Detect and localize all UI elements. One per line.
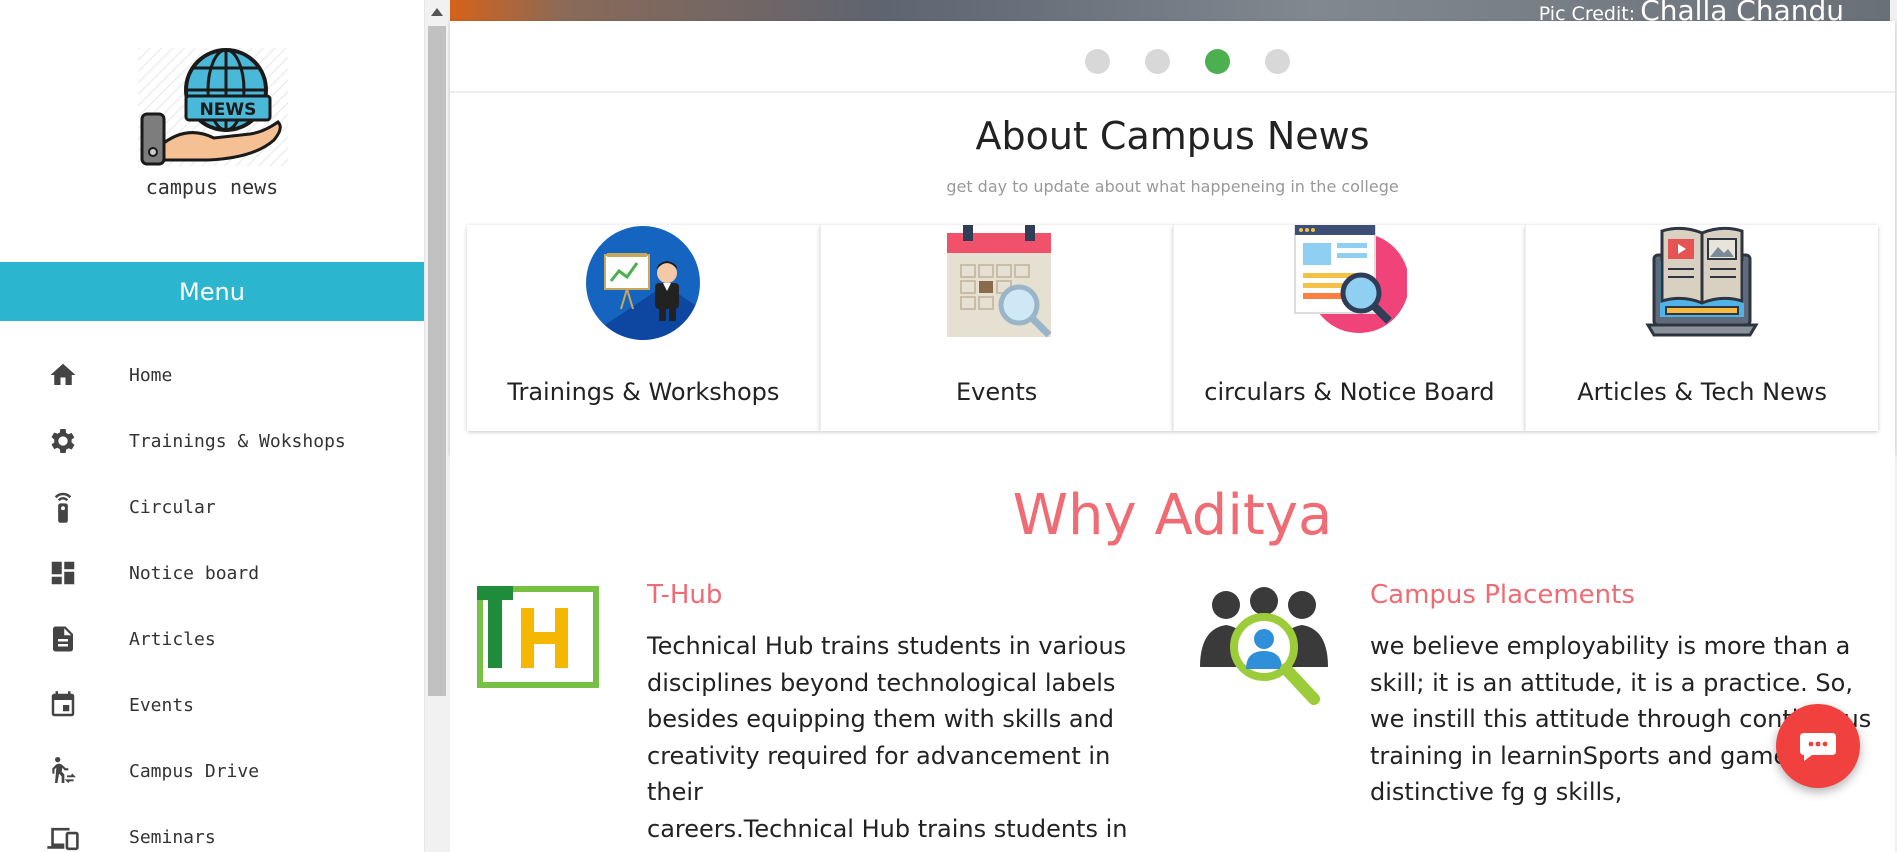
calendar-icon <box>46 688 80 722</box>
sidebar-item-campus-drive[interactable]: Campus Drive <box>0 738 424 804</box>
why-section: Why Aditya TH T-Hub Technical Hub trains… <box>450 453 1895 852</box>
banner-credit: Pic Credit: Challa Chandu <box>1539 0 1844 21</box>
hero-banner: Pic Credit: Challa Chandu <box>450 0 1890 21</box>
sidebar-item-notice-board[interactable]: Notice board <box>0 540 424 606</box>
sidebar-item-articles[interactable]: Articles <box>0 606 424 672</box>
credit-label: Pic Credit: <box>1538 3 1636 21</box>
about-section: About Campus News get day to update abou… <box>450 21 1895 453</box>
sidebar-item-label: Events <box>129 694 195 716</box>
text-line: various <box>647 847 1167 852</box>
sidebar-nav: Home Trainings & Wokshops Circular Notic… <box>0 342 424 852</box>
web-search-icon <box>1294 225 1408 333</box>
home-icon <box>46 358 80 392</box>
calendar-search-icon <box>946 225 1052 338</box>
placements-heading[interactable]: Campus Placements <box>1370 580 1635 610</box>
carousel-dot-active[interactable] <box>1205 49 1230 74</box>
feature-label: Trainings & Workshops <box>507 378 780 406</box>
text-line: creativity required for advancement in t… <box>647 741 1111 807</box>
sidebar-scrollbar[interactable] <box>424 0 448 852</box>
sidebar-item-trainings[interactable]: Trainings & Wokshops <box>0 408 424 474</box>
carousel-dot[interactable] <box>1265 49 1290 74</box>
sidebar-item-events[interactable]: Events <box>0 672 424 738</box>
menu-header: Menu <box>0 262 424 321</box>
sidebar-item-label: Campus Drive <box>129 760 260 782</box>
main-content: Pic Credit: Challa Chandu About Campus N… <box>448 0 1897 852</box>
scroll-thumb[interactable] <box>428 26 446 696</box>
chat-button[interactable] <box>1776 704 1860 788</box>
gear-icon <box>46 424 80 458</box>
document-icon <box>46 622 80 656</box>
sidebar-item-circular[interactable]: Circular <box>0 474 424 540</box>
feature-card-trainings[interactable]: Trainings & Workshops <box>467 225 820 431</box>
feature-card-events[interactable]: Events <box>819 225 1173 431</box>
divider <box>450 91 1895 93</box>
campus-news-logo-icon: NEWS <box>138 48 288 166</box>
sidebar-item-label: Seminars <box>129 826 216 848</box>
logo-caption: campus news <box>145 175 279 199</box>
dashboard-icon <box>46 556 80 590</box>
thub-description: Technical Hub trains students in various… <box>647 628 1167 852</box>
logo[interactable]: NEWS campus news <box>0 0 424 262</box>
sidebar-item-label: Trainings & Wokshops <box>129 430 346 452</box>
feature-cards: Trainings & Workshops Events circulars &… <box>467 225 1878 431</box>
sidebar-item-seminars[interactable]: Seminars <box>0 804 424 852</box>
devices-icon <box>46 820 80 852</box>
sidebar: NEWS campus news Menu Home Trainings & W… <box>0 0 424 852</box>
sidebar-item-label: Circular <box>129 496 216 518</box>
thub-heading[interactable]: T-Hub <box>647 580 722 610</box>
text-line: besides equipping them with skills and <box>647 705 1115 733</box>
chat-bubble-icon <box>1800 733 1836 761</box>
text-line: skill; it is an attitude, it is a practi… <box>1370 668 1853 697</box>
feature-label: circulars & Notice Board <box>1204 378 1495 406</box>
thub-logo-icon: TH <box>477 586 599 688</box>
sidebar-item-label: Notice board <box>129 562 260 584</box>
svg-text:NEWS: NEWS <box>200 100 257 120</box>
feature-label: Articles & Tech News <box>1577 378 1827 406</box>
feature-label: Events <box>955 378 1038 406</box>
feature-card-articles[interactable]: Articles & Tech News <box>1525 225 1878 431</box>
text-line: disciplines beyond technological labels <box>647 668 1116 697</box>
credit-name: Challa Chandu <box>1640 0 1844 21</box>
carousel-dot[interactable] <box>1145 49 1170 74</box>
sidebar-item-label: Home <box>129 364 173 386</box>
text-line: Technical Hub trains students in various <box>647 632 1127 660</box>
why-title: Why Aditya <box>1012 483 1333 548</box>
remote-icon <box>46 490 80 524</box>
about-title: About Campus News <box>975 114 1370 158</box>
walking-person-icon <box>46 754 80 788</box>
carousel-dot[interactable] <box>1085 49 1110 74</box>
sidebar-item-home[interactable]: Home <box>0 342 424 408</box>
sidebar-item-label: Articles <box>129 628 216 650</box>
people-search-icon <box>1200 587 1328 705</box>
laptop-book-icon <box>1645 226 1759 337</box>
carousel-indicators <box>450 49 1895 74</box>
presenter-icon <box>586 226 701 340</box>
feature-card-circulars[interactable]: circulars & Notice Board <box>1172 225 1526 431</box>
about-subtitle: get day to update about what happeneing … <box>946 177 1399 196</box>
text-line: careers.Technical Hub trains students in <box>647 814 1128 843</box>
text-line: we believe employability is more than a <box>1370 632 1851 660</box>
scroll-up-arrow-icon[interactable] <box>431 8 443 16</box>
